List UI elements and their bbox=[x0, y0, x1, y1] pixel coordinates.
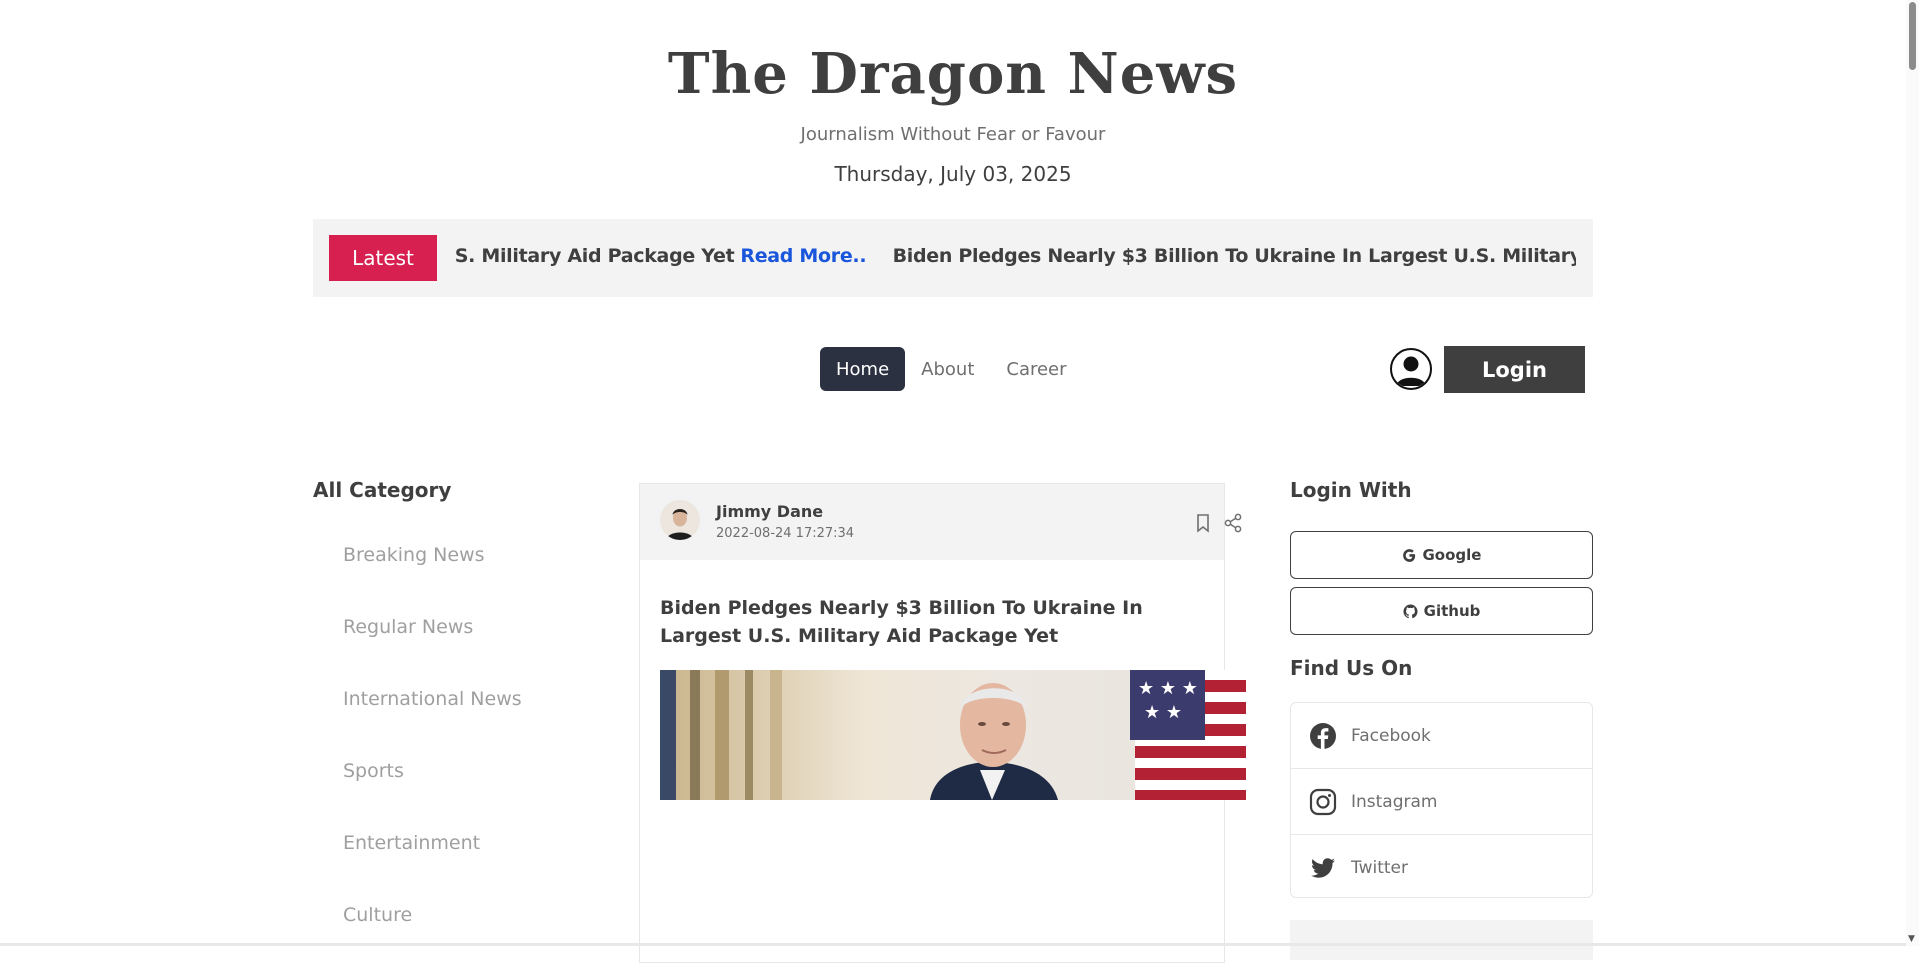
category-item[interactable]: Sports bbox=[313, 760, 522, 832]
twitter-label: Twitter bbox=[1351, 857, 1408, 878]
category-item[interactable]: Regular News bbox=[313, 616, 522, 688]
login-button[interactable]: Login bbox=[1444, 346, 1585, 393]
read-more-link[interactable]: Read More.. bbox=[740, 245, 866, 267]
instagram-link[interactable]: Instagram bbox=[1291, 769, 1592, 835]
nav-career[interactable]: Career bbox=[990, 347, 1082, 391]
login-with-title: Login With bbox=[1290, 478, 1412, 502]
marquee-track: est U.S. Military Aid Package YetRead Mo… bbox=[454, 245, 1576, 267]
page: The Dragon News Journalism Without Fear … bbox=[313, 0, 1593, 963]
category-title: All Category bbox=[313, 478, 452, 502]
instagram-label: Instagram bbox=[1351, 791, 1438, 812]
user-avatar-icon[interactable] bbox=[1390, 348, 1432, 390]
bookmark-icon[interactable] bbox=[1192, 512, 1214, 534]
card-header: Jimmy Dane 2022-08-24 17:27:34 bbox=[640, 484, 1242, 560]
github-login-button[interactable]: Github bbox=[1290, 587, 1593, 635]
category-item[interactable]: Breaking News bbox=[313, 544, 522, 616]
news-marquee: est U.S. Military Aid Package YetRead Mo… bbox=[454, 219, 1576, 297]
main-nav: Home About Career bbox=[820, 347, 1083, 391]
instagram-icon bbox=[1309, 788, 1337, 815]
publish-date: 2022-08-24 17:27:34 bbox=[716, 526, 855, 541]
facebook-icon bbox=[1310, 722, 1336, 749]
site-tagline: Journalism Without Fear or Favour bbox=[800, 124, 1106, 145]
google-login-button[interactable]: Google bbox=[1290, 531, 1593, 579]
share-icon[interactable] bbox=[1222, 512, 1244, 534]
author-name: Jimmy Dane bbox=[716, 502, 824, 521]
article-title[interactable]: Biden Pledges Nearly $3 Billion To Ukrai… bbox=[660, 594, 1220, 650]
latest-button[interactable]: Latest bbox=[329, 235, 437, 281]
scrollbar-thumb[interactable] bbox=[1909, 2, 1916, 70]
category-sidebar: All Category Breaking News Regular News … bbox=[313, 478, 613, 926]
nav-home[interactable]: Home bbox=[820, 347, 906, 391]
news-card: Jimmy Dane 2022-08-24 17:27:34 Biden Ple… bbox=[639, 483, 1246, 963]
right-sidebar: Login With Google Github Find Us On Face… bbox=[1290, 478, 1593, 960]
vertical-scrollbar[interactable]: ▼ bbox=[1906, 0, 1919, 946]
article-image[interactable]: ★ ★ ★ ★ ★ bbox=[660, 670, 1246, 800]
scroll-down-arrow-icon[interactable]: ▼ bbox=[1908, 934, 1915, 944]
github-icon bbox=[1403, 603, 1418, 618]
github-label: Github bbox=[1423, 602, 1481, 620]
google-label: Google bbox=[1422, 546, 1482, 564]
nav-about[interactable]: About bbox=[905, 347, 990, 391]
author-avatar bbox=[660, 500, 700, 540]
svg-text:★ ★ ★: ★ ★ ★ bbox=[1138, 678, 1198, 699]
facebook-link[interactable]: Facebook bbox=[1291, 703, 1592, 769]
find-us-title: Find Us On bbox=[1290, 656, 1413, 680]
category-item[interactable]: International News bbox=[313, 688, 522, 760]
google-icon bbox=[1402, 548, 1415, 562]
twitter-link[interactable]: Twitter bbox=[1291, 835, 1592, 900]
qzone-panel bbox=[1290, 920, 1593, 960]
svg-text:★ ★: ★ ★ bbox=[1144, 702, 1182, 723]
category-item[interactable]: Entertainment bbox=[313, 832, 522, 904]
latest-news-ticker: Latest est U.S. Military Aid Package Yet… bbox=[313, 219, 1593, 297]
current-date: Thursday, July 03, 2025 bbox=[834, 162, 1072, 186]
social-links-box: Facebook Instagram Twitter bbox=[1290, 702, 1593, 898]
ticker-headline[interactable]: est U.S. Military Aid Package Yet bbox=[454, 245, 735, 267]
site-logo-title: The Dragon News bbox=[667, 41, 1239, 107]
twitter-icon bbox=[1311, 857, 1335, 878]
category-item[interactable]: Culture bbox=[313, 904, 522, 976]
ticker-headline[interactable]: Biden Pledges Nearly $3 Billion To Ukrai… bbox=[893, 245, 1576, 267]
facebook-label: Facebook bbox=[1351, 725, 1431, 746]
category-list: Breaking News Regular News International… bbox=[313, 544, 522, 976]
